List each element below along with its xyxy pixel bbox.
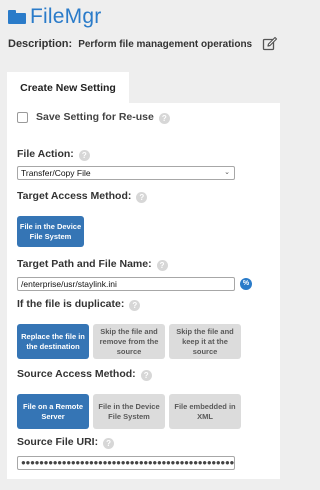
macro-percent-icon[interactable]: % bbox=[240, 278, 252, 290]
source-access-option-remote-server[interactable]: File on a Remote Server bbox=[17, 394, 89, 429]
source-uri-label: Source File URI:? bbox=[17, 436, 115, 449]
target-path-label: Target Path and File Name:? bbox=[17, 258, 168, 271]
help-icon[interactable]: ? bbox=[158, 113, 170, 124]
tab-create-new-setting[interactable]: Create New Setting bbox=[7, 72, 129, 104]
source-uri-text: Source File URI: bbox=[17, 436, 99, 448]
duplicate-label: If the file is duplicate:? bbox=[17, 298, 141, 311]
source-access-label: Source Access Method:? bbox=[17, 368, 152, 381]
edit-icon[interactable] bbox=[262, 36, 278, 52]
target-path-input[interactable]: /enterprise/usr/staylink.ini bbox=[17, 277, 235, 291]
folder-icon bbox=[8, 10, 26, 24]
app-title: FileMgr bbox=[8, 4, 101, 30]
help-icon[interactable]: ? bbox=[136, 192, 148, 203]
target-path-text: Target Path and File Name: bbox=[17, 258, 152, 270]
save-setting-label: Save Setting for Re-use? bbox=[36, 111, 170, 124]
help-icon[interactable]: ? bbox=[78, 150, 90, 161]
duplicate-option-skip-keep[interactable]: Skip the file and keep it at the source bbox=[169, 324, 241, 359]
help-icon[interactable]: ? bbox=[140, 370, 152, 381]
duplicate-option-replace[interactable]: Replace the file in the destination bbox=[17, 324, 89, 359]
save-setting-text: Save Setting for Re-use bbox=[36, 111, 154, 123]
target-access-option-device-fs[interactable]: File in the Device File System bbox=[17, 216, 84, 247]
help-icon[interactable]: ? bbox=[103, 438, 115, 449]
help-icon[interactable]: ? bbox=[129, 300, 141, 311]
source-access-text: Source Access Method: bbox=[17, 368, 136, 380]
description-value: Perform file management operations bbox=[78, 38, 253, 50]
file-action-label: File Action:? bbox=[17, 148, 90, 161]
tab-bar: Create New Setting bbox=[0, 72, 288, 104]
file-action-text: File Action: bbox=[17, 148, 74, 160]
description-row: Description: Perform file management ope… bbox=[8, 38, 252, 50]
header: FileMgr Description: Perform file manage… bbox=[0, 0, 288, 70]
file-action-select[interactable]: Transfer/Copy File ⌄ bbox=[17, 166, 235, 180]
settings-panel: Save Setting for Re-use? File Action:? T… bbox=[7, 103, 280, 479]
duplicate-option-skip-remove[interactable]: Skip the file and remove from the source bbox=[93, 324, 165, 359]
description-label: Description: bbox=[8, 38, 73, 50]
app-title-text: FileMgr bbox=[30, 5, 102, 28]
source-access-option-embedded-xml[interactable]: File embedded in XML bbox=[169, 394, 241, 429]
help-icon[interactable]: ? bbox=[156, 260, 168, 271]
save-setting-checkbox[interactable] bbox=[17, 112, 28, 123]
chevron-down-icon: ⌄ bbox=[224, 169, 230, 176]
source-uri-input[interactable]: ●●●●●●●●●●●●●●●●●●●●●●●●●●●●●●●●●●●●●●●●… bbox=[17, 456, 235, 470]
duplicate-text: If the file is duplicate: bbox=[17, 298, 125, 310]
source-access-option-device-fs[interactable]: File in the Device File System bbox=[93, 394, 165, 429]
target-access-label: Target Access Method:? bbox=[17, 190, 148, 203]
target-access-text: Target Access Method: bbox=[17, 190, 132, 202]
file-action-value: Transfer/Copy File bbox=[21, 168, 91, 178]
